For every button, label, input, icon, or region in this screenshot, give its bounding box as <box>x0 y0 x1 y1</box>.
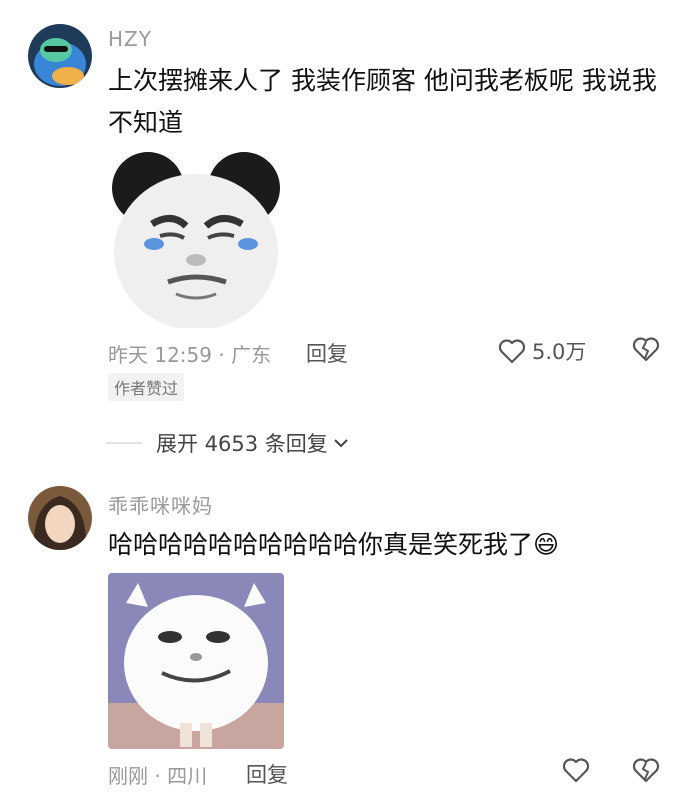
dislike-button[interactable] <box>632 757 660 787</box>
reply-button[interactable]: 回复 <box>246 759 288 789</box>
like-button[interactable] <box>562 757 596 783</box>
comment-time-location: 刚刚 · 四川 <box>108 764 208 788</box>
avatar[interactable] <box>28 486 92 550</box>
comment-text-content: 哈哈哈哈哈哈哈哈哈哈你真是笑死我了 <box>108 530 534 559</box>
username[interactable]: 乖乖咪咪妈 <box>108 490 213 519</box>
comment-text: 哈哈哈哈哈哈哈哈哈哈你真是笑死我了😄 <box>108 524 668 566</box>
heart-icon <box>562 758 590 783</box>
comment-item: 乖乖咪咪妈 哈哈哈哈哈哈哈哈哈哈你真是笑死我了😄 刚刚 · 四川 回复 <box>0 0 690 800</box>
grin-emoji: 😄 <box>533 530 560 559</box>
sticker-image[interactable] <box>108 573 284 749</box>
broken-heart-icon <box>632 758 660 783</box>
